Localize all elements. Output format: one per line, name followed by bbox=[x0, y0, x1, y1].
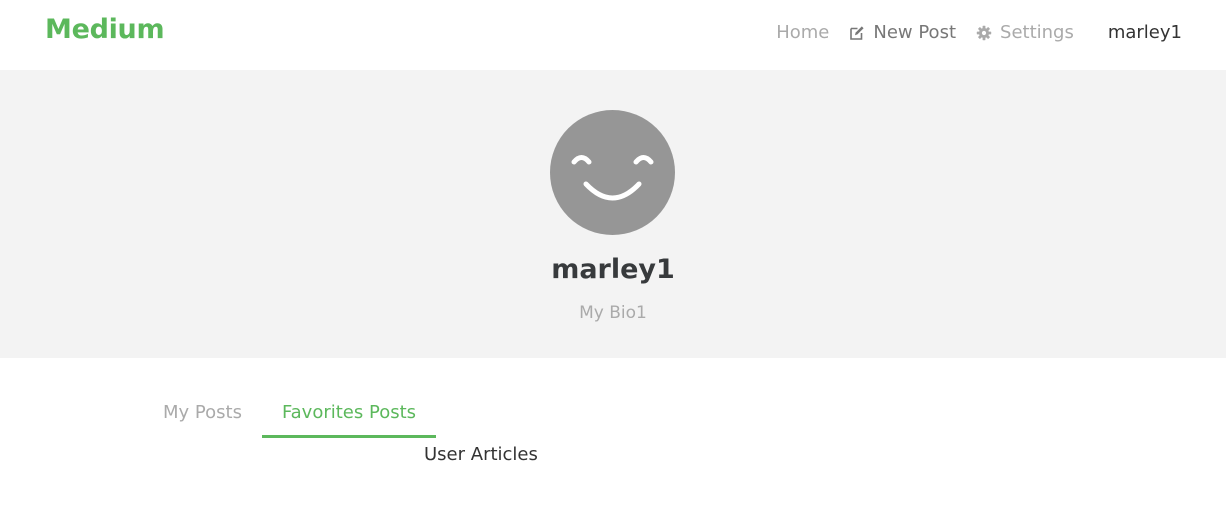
gear-icon bbox=[976, 25, 992, 41]
nav-settings-link[interactable]: Settings bbox=[976, 22, 1074, 43]
nav-new-post-label: New Post bbox=[873, 22, 957, 43]
nav-home-link[interactable]: Home bbox=[776, 22, 829, 43]
tab-favorites-posts[interactable]: Favorites Posts bbox=[261, 394, 437, 438]
profile-banner: marley1 My Bio1 bbox=[0, 70, 1226, 358]
nav-user-profile-link[interactable]: marley1 bbox=[1108, 22, 1182, 43]
articles-tabs: My Posts Favorites Posts bbox=[143, 394, 437, 438]
user-articles-label: User Articles bbox=[424, 444, 538, 465]
brand-logo[interactable]: Medium bbox=[45, 14, 165, 45]
navbar: Medium Home New Post Settings marley1 bbox=[0, 0, 1226, 70]
edit-icon bbox=[849, 25, 865, 41]
profile-bio: My Bio1 bbox=[579, 303, 647, 323]
nav-links: Home New Post Settings marley1 bbox=[776, 22, 1182, 43]
smiley-avatar-icon bbox=[550, 110, 675, 235]
nav-settings-label: Settings bbox=[1000, 22, 1074, 43]
tab-my-posts[interactable]: My Posts bbox=[143, 394, 262, 438]
profile-username: marley1 bbox=[551, 254, 675, 285]
nav-new-post-link[interactable]: New Post bbox=[849, 22, 956, 43]
